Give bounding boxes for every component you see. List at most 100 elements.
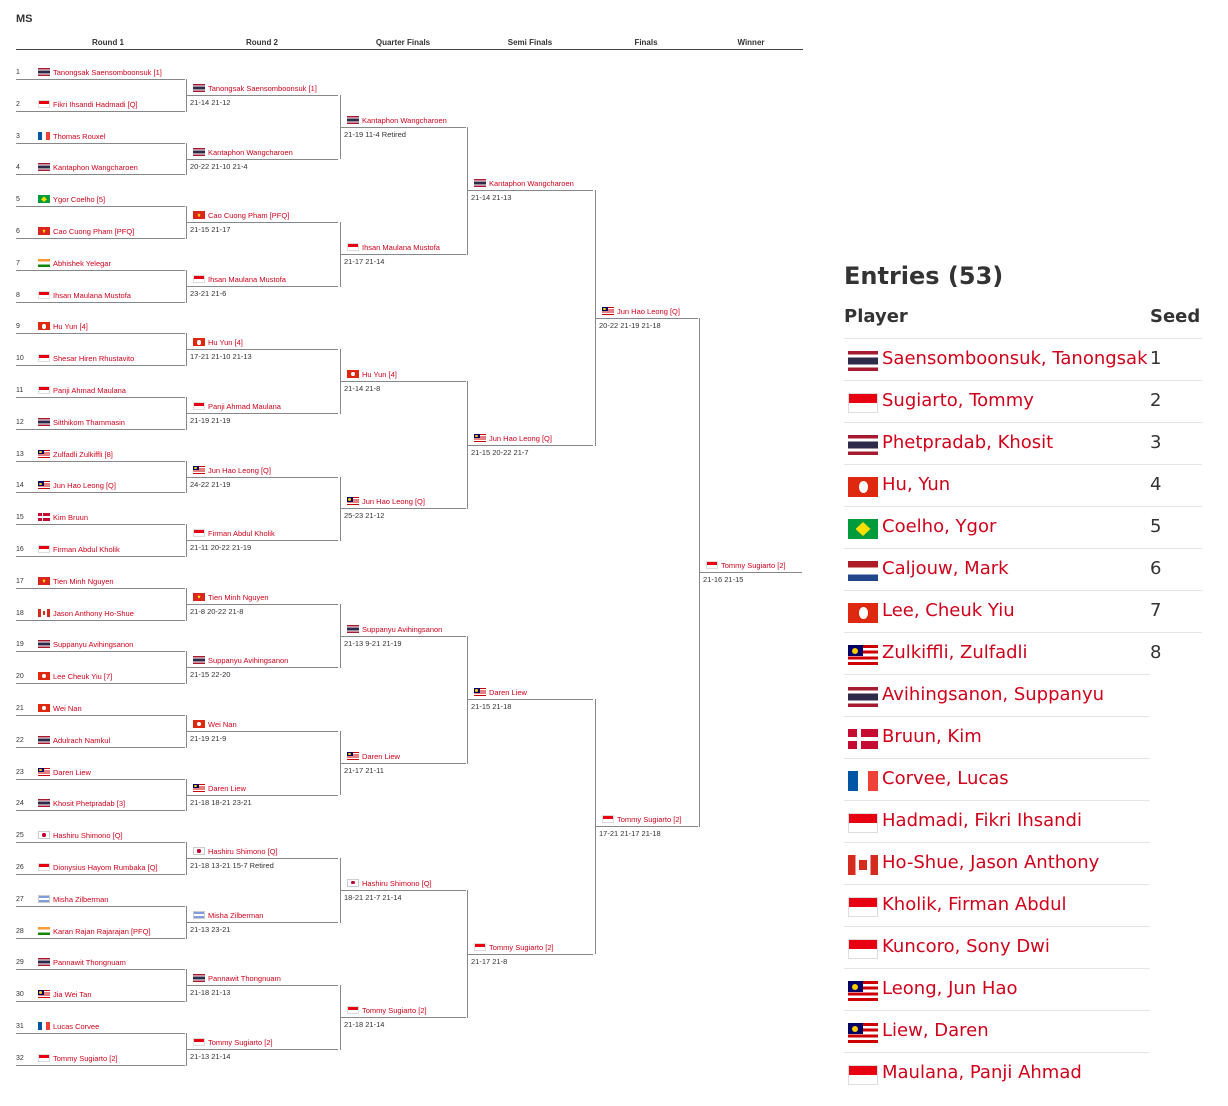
player-name[interactable]: Panji Ahmad Maulana [208,402,281,411]
entry-row[interactable]: Avihingsanon, Suppanyu [844,674,1150,716]
player-entry-r1[interactable]: Jia Wei Tan [38,990,92,1000]
entry-row[interactable]: Phetpradab, Khosit 3 [844,422,1202,464]
entry-player-link[interactable]: Hadmadi, Fikri Ihsandi [882,810,1082,831]
entry-player-link[interactable]: Leong, Jun Hao [882,978,1018,999]
player-entry-round2[interactable]: Misha Zilberman [193,911,263,921]
player-entry-r1[interactable]: Tien Minh Nguyen [38,577,114,587]
entry-player-link[interactable]: Corvee, Lucas [882,768,1009,789]
entry-row[interactable]: Zulkiffli, Zulfadli 8 [844,632,1202,674]
entry-row[interactable]: Kholik, Firman Abdul [844,884,1150,926]
player-name[interactable]: Ihsan Maulana Mustofa [53,291,131,300]
player-entry-r1[interactable]: Hu Yun [4] [38,322,88,332]
player-name[interactable]: Daren Liew [53,768,91,777]
player-name[interactable]: Hu Yun [4] [208,338,243,347]
player-entry-quarter[interactable]: Hashiru Shimono [Q] [347,879,432,889]
entry-player-link[interactable]: Liew, Daren [882,1020,989,1041]
player-entry-round2[interactable]: Panji Ahmad Maulana [193,402,281,412]
player-name[interactable]: Jun Hao Leong [Q] [208,466,271,475]
player-entry-quarter[interactable]: Ihsan Maulana Mustofa [347,243,440,253]
player-entry-r1[interactable]: Adulrach Namkul [38,736,110,746]
player-name[interactable]: Cao Cuong Pham [PFQ] [208,211,289,220]
entry-row[interactable]: Saensomboonsuk, Tanongsak 1 [844,338,1202,380]
player-entry-semi[interactable]: Jun Hao Leong [Q] [474,434,552,444]
player-name[interactable]: Tommy Sugiarto [2] [721,561,786,570]
player-entry-round2[interactable]: Tommy Sugiarto [2] [193,1038,273,1048]
player-entry-r1[interactable]: Jason Anthony Ho-Shue [38,609,134,619]
player-name[interactable]: Panji Ahmad Maulana [53,386,126,395]
entry-player-link[interactable]: Kuncoro, Sony Dwi [882,936,1050,957]
player-name[interactable]: Shesar Hiren Rhustavito [53,354,134,363]
player-entry-r1[interactable]: Panji Ahmad Maulana [38,386,126,396]
player-name[interactable]: Thomas Rouxel [53,132,106,141]
player-name[interactable]: Suppanyu Avihingsanon [362,625,442,634]
player-entry-r1[interactable]: Cao Cuong Pham [PFQ] [38,227,134,237]
player-name[interactable]: Hashiru Shimono [Q] [208,847,278,856]
player-entry-r1[interactable]: Abhishek Yelegar [38,259,111,269]
player-name[interactable]: Tommy Sugiarto [2] [53,1054,118,1063]
player-name[interactable]: Suppanyu Avihingsanon [208,656,288,665]
entry-row[interactable]: Sugiarto, Tommy 2 [844,380,1202,422]
player-entry-r1[interactable]: Karan Rajan Rajarajan [PFQ] [38,927,151,937]
entry-row[interactable]: Leong, Jun Hao [844,968,1150,1010]
player-name[interactable]: Tien Minh Nguyen [53,577,114,586]
player-entry-round2[interactable]: Wei Nan [193,720,237,730]
entry-player-link[interactable]: Phetpradab, Khosit [882,432,1053,453]
player-name[interactable]: Cao Cuong Pham [PFQ] [53,227,134,236]
player-entry-round2[interactable]: Cao Cuong Pham [PFQ] [193,211,289,221]
player-name[interactable]: Hu Yun [4] [53,322,88,331]
player-name[interactable]: Kantaphon Wangcharoen [362,116,447,125]
entry-row[interactable]: Hu, Yun 4 [844,464,1202,506]
player-entry-quarter[interactable]: Suppanyu Avihingsanon [347,625,442,635]
player-entry-r1[interactable]: Khosit Phetpradab [3] [38,799,125,809]
entry-row[interactable]: Caljouw, Mark 6 [844,548,1202,590]
player-name[interactable]: Ygor Coelho [5] [53,195,105,204]
entry-row[interactable]: Corvee, Lucas [844,758,1150,800]
player-name[interactable]: Pannawit Thongnuam [208,974,281,983]
player-name[interactable]: Hashiru Shimono [Q] [53,831,123,840]
player-entry-round2[interactable]: Pannawit Thongnuam [193,974,281,984]
player-entry-r1[interactable]: Fikri Ihsandi Hadmadi [Q] [38,100,138,110]
player-name[interactable]: Abhishek Yelegar [53,259,111,268]
entry-player-link[interactable]: Lee, Cheuk Yiu [882,600,1015,621]
player-entry-winner[interactable]: Tommy Sugiarto [2] [706,561,786,571]
player-name[interactable]: Lee Cheuk Yiu [7] [53,672,112,681]
player-entry-semi[interactable]: Tommy Sugiarto [2] [474,943,554,953]
player-name[interactable]: Hashiru Shimono [Q] [362,879,432,888]
player-entry-r1[interactable]: Sitthikom Thammasin [38,418,125,428]
player-entry-r1[interactable]: Zulfadli Zulkiffli [8] [38,450,113,460]
player-name[interactable]: Zulfadli Zulkiffli [8] [53,450,113,459]
player-entry-r1[interactable]: Daren Liew [38,768,91,778]
player-name[interactable]: Dionysius Hayom Rumbaka [Q] [53,863,158,872]
player-name[interactable]: Tommy Sugiarto [2] [208,1038,273,1047]
player-name[interactable]: Lucas Corvee [53,1022,99,1031]
player-name[interactable]: Kantaphon Wangcharoen [489,179,574,188]
player-entry-r1[interactable]: Kantaphon Wangcharoen [38,163,138,173]
player-entry-r1[interactable]: Tanongsak Saensomboonsuk [1] [38,68,162,78]
player-entry-r1[interactable]: Suppanyu Avihingsanon [38,640,133,650]
player-entry-finals[interactable]: Jun Hao Leong [Q] [602,307,680,317]
player-name[interactable]: Jun Hao Leong [Q] [617,307,680,316]
player-entry-r1[interactable]: Wei Nan [38,704,82,714]
player-name[interactable]: Kantaphon Wangcharoen [208,148,293,157]
player-entry-round2[interactable]: Firman Abdul Kholik [193,529,275,539]
entry-player-link[interactable]: Caljouw, Mark [882,558,1009,579]
player-entry-quarter[interactable]: Daren Liew [347,752,400,762]
player-entry-round2[interactable]: Hashiru Shimono [Q] [193,847,278,857]
player-entry-quarter[interactable]: Kantaphon Wangcharoen [347,116,447,126]
player-name[interactable]: Khosit Phetpradab [3] [53,799,125,808]
entry-row[interactable]: Kuncoro, Sony Dwi [844,926,1150,968]
player-entry-finals[interactable]: Tommy Sugiarto [2] [602,815,682,825]
player-entry-r1[interactable]: Dionysius Hayom Rumbaka [Q] [38,863,158,873]
player-name[interactable]: Ihsan Maulana Mustofa [362,243,440,252]
entry-player-link[interactable]: Ho-Shue, Jason Anthony [882,852,1099,873]
player-name[interactable]: Jun Hao Leong [Q] [53,481,116,490]
entry-row[interactable]: Lee, Cheuk Yiu 7 [844,590,1202,632]
player-entry-r1[interactable]: Lee Cheuk Yiu [7] [38,672,112,682]
player-name[interactable]: Misha Zilberman [53,895,108,904]
player-name[interactable]: Jun Hao Leong [Q] [362,497,425,506]
entry-row[interactable]: Bruun, Kim [844,716,1150,758]
player-entry-r1[interactable]: Kim Bruun [38,513,88,523]
player-entry-round2[interactable]: Daren Liew [193,784,246,794]
player-entry-r1[interactable]: Jun Hao Leong [Q] [38,481,116,491]
player-entry-round2[interactable]: Jun Hao Leong [Q] [193,466,271,476]
